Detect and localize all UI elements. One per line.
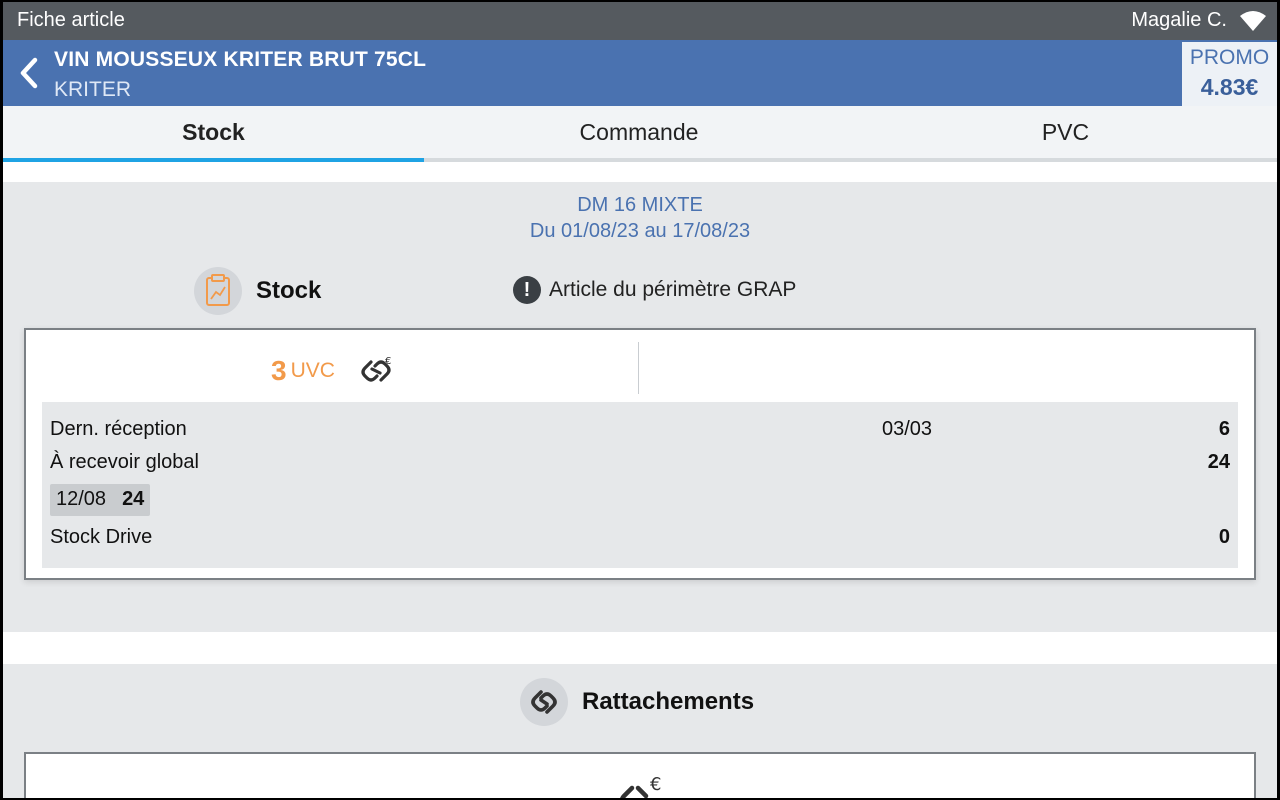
stock-section: DM 16 MIXTE Du 01/08/23 au 17/08/23 Stoc…: [3, 182, 1277, 632]
promo-price: 4.83€: [1200, 74, 1259, 100]
wifi-icon: [1240, 11, 1266, 31]
uvc-unit: UVC: [290, 359, 335, 382]
promo-badge: PROMO 4.83€: [1182, 42, 1277, 106]
clipboard-chart-icon: [194, 267, 242, 315]
grap-note: ! Article du périmètre GRAP: [513, 276, 796, 304]
alert-icon: !: [513, 276, 541, 304]
row-value: 6: [1218, 418, 1230, 440]
stock-details: Dern. réception 03/03 6 À recevoir globa…: [42, 402, 1238, 568]
period-dates: Du 01/08/23 au 17/08/23: [529, 220, 751, 242]
delivery-chip: 12/08 24: [50, 484, 151, 516]
article-header: VIN MOUSSEUX KRITER BRUT 75CL KRITER: [3, 40, 1277, 106]
link-icon: [520, 678, 568, 726]
tab-bar: Stock Commande PVC: [3, 106, 1277, 162]
stock-title: Stock: [256, 277, 322, 304]
row-label: Dern. réception: [50, 418, 187, 440]
row-label: Stock Drive: [50, 526, 153, 548]
grap-note-text: Article du périmètre GRAP: [549, 278, 797, 301]
svg-text:€: €: [650, 774, 661, 795]
uvc-quantity: 3 UVC €: [271, 354, 395, 388]
rattachements-card: €: [24, 752, 1256, 798]
row-last-reception: Dern. réception 03/03 6: [50, 418, 1230, 448]
tab-stock[interactable]: Stock: [3, 106, 424, 162]
tab-pvc[interactable]: PVC: [854, 106, 1277, 162]
rattachements-title: Rattachements: [582, 688, 755, 715]
row-label: À recevoir global: [50, 451, 199, 473]
row-value: 24: [1207, 451, 1230, 473]
promo-period: DM 16 MIXTE Du 01/08/23 au 17/08/23: [3, 192, 1277, 244]
row-date: 03/03: [882, 418, 933, 440]
status-bar: Fiche article Magalie C.: [3, 2, 1277, 40]
rattachements-section: Rattachements €: [3, 664, 1277, 798]
row-value: 0: [1218, 526, 1230, 548]
chip-value: 24: [122, 488, 145, 510]
svg-text:€: €: [385, 356, 391, 367]
stock-card: 3 UVC € Dern. réception 03/03 6 À recevo…: [24, 328, 1256, 580]
link-euro-icon[interactable]: €: [612, 774, 668, 798]
app-frame: Fiche article Magalie C. VIN MOUSSEUX KR…: [3, 2, 1277, 798]
tab-commande[interactable]: Commande: [424, 106, 854, 162]
product-brand: KRITER: [54, 78, 132, 101]
uvc-qty: 3: [271, 355, 287, 386]
chip-date: 12/08: [56, 488, 107, 510]
divider: [638, 342, 639, 394]
app-title: Fiche article: [17, 9, 125, 31]
user-name[interactable]: Magalie C.: [1131, 9, 1227, 32]
period-name: DM 16 MIXTE: [577, 194, 703, 216]
promo-label: PROMO: [1189, 46, 1270, 69]
back-chevron-icon[interactable]: [17, 56, 41, 90]
link-euro-icon[interactable]: €: [357, 354, 395, 388]
row-stock-drive: Stock Drive 0: [50, 526, 1230, 556]
product-name: VIN MOUSSEUX KRITER BRUT 75CL: [54, 48, 427, 71]
row-to-receive: À recevoir global 24: [50, 451, 1230, 481]
